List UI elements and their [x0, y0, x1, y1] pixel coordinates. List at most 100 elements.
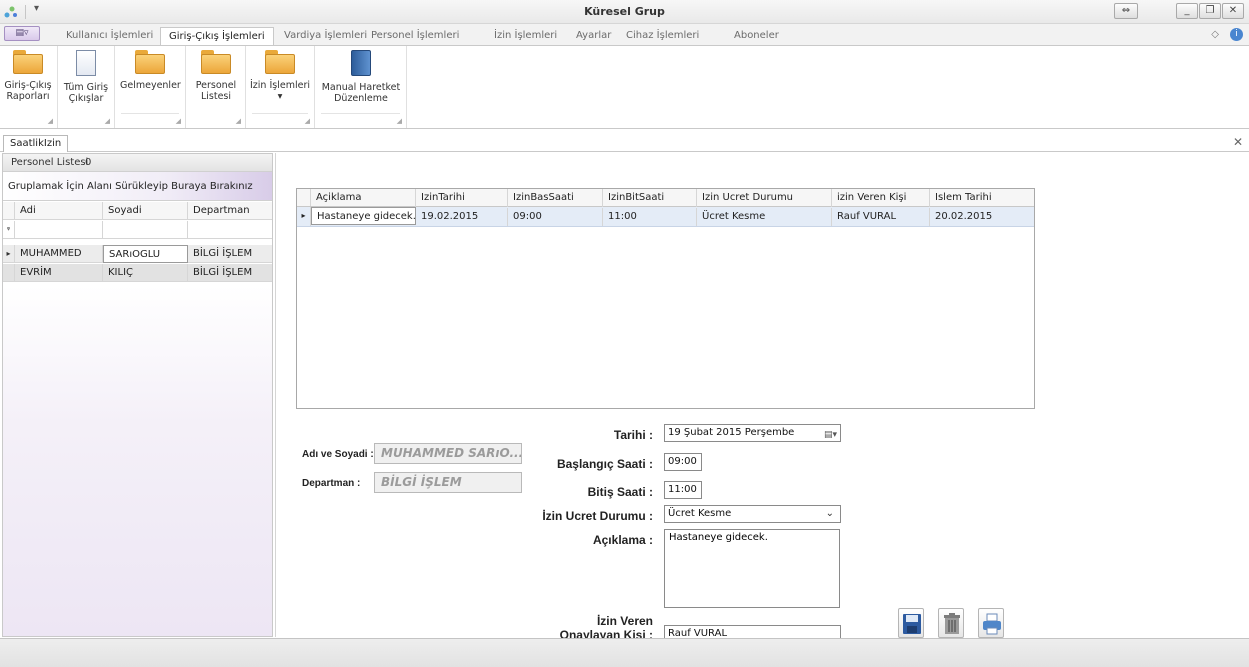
maximize-button[interactable]: ❐ [1199, 3, 1221, 19]
personnel-panel: Personel Listesi 0 Gruplamak İçin Alanı … [2, 153, 273, 637]
leave-records-grid: Açiklama IzinTarihi IzinBasSaati IzinBit… [296, 188, 1035, 409]
ucret-durumu-select[interactable]: Ücret Kesme ⌄ [664, 505, 841, 523]
aciklama-textarea[interactable]: Hastaneye gidecek. [664, 529, 840, 608]
column-header-izin-veren[interactable]: izin Veren Kişi [832, 189, 930, 207]
calendar-dropdown-icon[interactable]: ▤▾ [824, 427, 837, 441]
giris-cikis-raporlari-button[interactable]: Giriş-Çıkış Raporları [2, 50, 54, 102]
group-expand-icon[interactable]: ◢ [305, 117, 310, 125]
filter-soyadi[interactable] [103, 221, 188, 239]
book-icon [351, 50, 371, 76]
group-by-hint: Gruplamak İçin Alanı Sürükleyip Buraya B… [8, 181, 253, 192]
group-expand-icon[interactable]: ◢ [105, 117, 110, 125]
izin-veren-label: İzin Veren [596, 614, 653, 628]
tab-izin-islemleri[interactable]: İzin İşlemleri [486, 27, 565, 45]
table-row[interactable]: ▸ MUHAMMED SARıOGLU BİLGİ İŞLEM [3, 245, 272, 263]
close-button[interactable]: ✕ [1222, 3, 1244, 19]
tarihi-value: 19 Şubat 2015 Perşembe [668, 427, 795, 438]
group-expand-icon[interactable]: ◢ [176, 117, 181, 125]
departman-label: Departman : [302, 478, 361, 489]
column-header-ucret-durumu[interactable]: Izin Ucret Durumu [697, 189, 832, 207]
page-icon [76, 50, 96, 76]
print-button[interactable] [978, 608, 1004, 638]
baslangic-saati-input[interactable]: 09:00 [664, 453, 702, 471]
personnel-grid-empty-area [3, 285, 272, 636]
status-bar [0, 638, 1249, 667]
row-indicator-icon: ▸ [297, 207, 311, 226]
close-document-icon[interactable]: ✕ [1233, 135, 1243, 149]
personnel-count: 0 [85, 157, 92, 168]
delete-button[interactable] [938, 608, 964, 638]
tum-giris-cikislar-button[interactable]: Tüm Giriş Çıkışlar [61, 50, 111, 104]
folder-icon [13, 50, 43, 74]
print-icon [983, 613, 1001, 635]
column-header-izin-bas-saati[interactable]: IzinBasSaati [508, 189, 603, 207]
personnel-panel-title: Personel Listesi [11, 157, 89, 168]
ribbon-group-raporlar: Giriş-Çıkış Raporları ◢ [0, 46, 58, 128]
folder-icon [265, 50, 295, 74]
table-row[interactable]: ▸ Hastaneye gidecek. 19.02.2015 09:00 11… [297, 207, 1034, 227]
aciklama-label: Açıklama : [592, 533, 653, 547]
folder-icon [135, 50, 165, 74]
minimize-button[interactable]: _ [1176, 3, 1198, 19]
bitis-saati-label: Bitiş Saati : [587, 485, 653, 499]
tarihi-date-picker[interactable]: 19 Şubat 2015 Perşembe ▤▾ [664, 424, 841, 442]
group-expand-icon[interactable]: ◢ [397, 117, 402, 125]
tab-saatlikizin[interactable]: SaatlikIzin [3, 135, 69, 152]
filter-row: ᵠ [3, 221, 272, 239]
ribbon-group-izin: İzin İşlemleri ▾ ◢ [246, 46, 315, 128]
column-header-soyadi[interactable]: Soyadi [103, 202, 188, 220]
tab-personel-islemleri[interactable]: Personel İşlemleri [363, 27, 467, 45]
filter-departman[interactable] [188, 221, 272, 239]
cell-bit-saati: 11:00 [603, 208, 697, 226]
column-header-izin-tarihi[interactable]: IzinTarihi [416, 189, 508, 207]
ribbon-collapse-icon[interactable]: ◇ [1211, 29, 1219, 40]
window-title: Küresel Grup [584, 5, 665, 18]
save-icon [903, 614, 921, 634]
panel-splitter[interactable] [275, 153, 276, 637]
filter-adi[interactable] [15, 221, 103, 239]
ucret-durumu-label: İzin Ucret Durumu : [542, 509, 653, 523]
bitis-saati-input[interactable]: 11:00 [664, 481, 702, 499]
folder-icon [201, 50, 231, 74]
group-expand-icon[interactable]: ◢ [48, 117, 53, 125]
cell-islem-tarihi: 20.02.2015 [935, 211, 993, 222]
cell-soyadi: KILIÇ [103, 264, 188, 282]
adi-soyadi-label: Adı ve Soyadi : [302, 449, 374, 460]
row-indicator-icon: ▸ [3, 245, 15, 263]
ribbon-tab-strip: ▤▿ Kullanıcı İşlemleri Giriş-Çıkış İşlem… [0, 24, 1249, 45]
ribbon-group-tum-giris: Tüm Giriş Çıkışlar ◢ [58, 46, 115, 128]
dropdown-arrow-icon: ▾ [277, 91, 283, 102]
column-header-aciklama[interactable]: Açiklama [311, 189, 416, 207]
group-expand-icon[interactable]: ◢ [236, 117, 241, 125]
tab-kullanici-islemleri[interactable]: Kullanıcı İşlemleri [58, 27, 161, 45]
cell-adi: EVRİM [15, 264, 103, 282]
column-header-izin-bit-saati[interactable]: IzinBitSaati [603, 189, 697, 207]
help-icon[interactable]: i [1230, 28, 1243, 41]
tab-giris-cikis-islemleri[interactable]: Giriş-Çıkış İşlemleri [160, 27, 274, 45]
personel-listesi-button[interactable]: Personel Listesi [191, 50, 241, 102]
chevron-down-icon: ⌄ [825, 508, 834, 519]
izin-veren-input[interactable]: Rauf VURAL [664, 625, 841, 638]
ribbon-group-gelmeyenler: Gelmeyenler ◢ [115, 46, 186, 128]
izin-islemleri-button[interactable]: İzin İşlemleri ▾ [249, 50, 311, 102]
gelmeyenler-button[interactable]: Gelmeyenler [120, 50, 181, 91]
cell-adi: MUHAMMED [15, 245, 103, 263]
cell-departman: BİLGİ İŞLEM [193, 248, 253, 259]
manual-haretket-duzenleme-button[interactable]: Manual Haretket Düzenleme [319, 50, 403, 104]
column-header-departman[interactable]: Departman [188, 202, 272, 220]
table-row[interactable]: EVRİM KILIÇ BİLGİ İŞLEM [3, 264, 272, 282]
group-by-panel[interactable]: Gruplamak İçin Alanı Sürükleyip Buraya B… [3, 172, 272, 201]
column-header-islem-tarihi[interactable]: Islem Tarihi [930, 189, 1034, 207]
cell-bas-saati: 09:00 [508, 208, 603, 226]
tab-cihaz-islemleri[interactable]: Cihaz İşlemleri [618, 27, 707, 45]
tab-aboneler[interactable]: Aboneler [726, 27, 787, 45]
title-bar: ▾ Küresel Grup ⇔ _ ❐ ✕ [0, 0, 1249, 24]
ribbon-panel: Giriş-Çıkış Raporları ◢ Tüm Giriş Çıkışl… [0, 45, 1249, 129]
tab-vardiya-islemleri[interactable]: Vardiya İşlemleri [276, 27, 375, 45]
cell-soyadi: SARıOGLU [103, 245, 188, 263]
save-button[interactable] [898, 608, 924, 638]
restore-layout-button[interactable]: ⇔ [1114, 3, 1138, 19]
application-menu-button[interactable]: ▤▿ [4, 26, 40, 41]
column-header-adi[interactable]: Adi [15, 202, 103, 220]
tab-ayarlar[interactable]: Ayarlar [568, 27, 619, 45]
